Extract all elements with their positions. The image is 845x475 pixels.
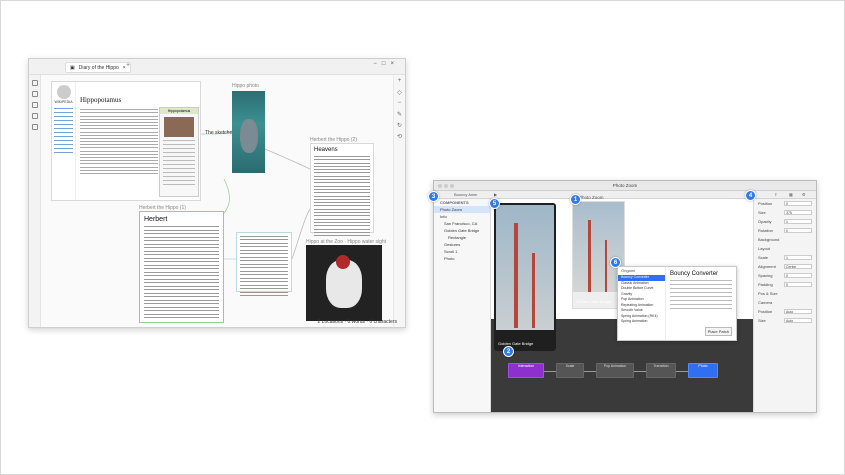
play-icon[interactable]: ▶ [494,192,497,197]
patch-node[interactable]: Interaction [508,363,544,378]
hippo-statue-photo[interactable] [306,245,382,321]
patch-wire [634,371,646,372]
inspector-field[interactable]: Auto [784,318,812,323]
patch-node[interactable]: Scale [556,363,584,378]
notes-app-window: ▣ Diary of the Hippo × + −□× + ◇ − ✎ ↻ ⟲… [28,58,406,328]
layer-item[interactable]: Scroll 1 [434,248,490,255]
callout-badge: 5 [489,198,500,209]
inspector-row: Alignment Center [754,262,816,271]
inspector-row: Padding 0 [754,280,816,289]
wiki-article-title: Hippopotamus [80,96,122,104]
wiki-sidebar: WIKIPEDIA [52,82,76,200]
preview-caption: Golden Gate Bridge [498,341,534,346]
inspector-row: Position 0 [754,199,816,208]
patch-wire [584,371,596,372]
design-tool-window: Photo Zoom Bouncy Anim ▶ ⇪ ▦ ⚙ COMPONENT… [433,180,817,413]
inspector-field[interactable]: 1 [784,219,812,224]
inspector-row: Position Auto [754,307,816,316]
hippo-photo[interactable] [232,91,265,173]
layer-item[interactable]: Photo [434,255,490,262]
bridge-tower [532,253,535,328]
inspector-row: Rotation 0 [754,226,816,235]
callout-badge: 4 [745,190,756,201]
infobox-title: Hippopotamus [160,108,198,114]
layers-header: COMPONENTS [440,200,469,205]
inspector-field[interactable]: 0 [784,273,812,278]
herbert-title: Herbert [144,216,168,223]
inspector-row: Size 375 [754,208,816,217]
patch-node[interactable]: Photo [688,363,718,378]
bridge-tower [514,223,518,328]
inspector-panel: Position 0 Size 375 Opacity 1 Rotation 0 Bac… [753,199,816,412]
statue-accent [336,255,350,269]
search-field[interactable]: Bouncy Anim [454,192,477,197]
share-icon[interactable]: ⇪ [774,192,777,197]
patch-node[interactable]: Transition [646,363,676,378]
grid-icon[interactable]: ▦ [789,192,793,197]
hippo-figure [240,119,258,153]
status-bar: 2 Locations · 0 words · 0 characters [317,319,397,325]
layer-item[interactable]: San Francisco, CA [434,220,490,227]
bridge-tower [588,220,591,292]
wikipedia-logo [56,85,71,99]
patch-node[interactable]: Pop Animation [596,363,634,378]
patch-detail-title: Bouncy Converter [670,271,719,277]
layers-panel: COMPONENTS Photo Zoom Info San Francisco… [434,199,491,412]
canvas-title: Photo Zoom [579,195,604,200]
callout-badge: 2 [503,346,514,357]
place-patch-button[interactable]: Place Patch [704,327,732,336]
inspector-row: Spacing 0 [754,271,816,280]
patch-details: Bouncy Converter [670,271,732,312]
layer-item[interactable]: Rectangle [434,234,490,241]
inspector-field[interactable]: 0 [784,282,812,287]
inspector-row: Opacity 1 [754,217,816,226]
infobox-image [164,117,194,137]
inspector-row: Camera [758,300,773,305]
wiki-infobox: Hippopotamus [159,107,199,197]
layer-item[interactable]: Photo Zoom [434,206,490,213]
inspector-row: Background [758,237,780,242]
inspector-row: Scale 1 [754,253,816,262]
layer-item[interactable]: Info [434,213,490,220]
wikipedia-logo-text: WIKIPEDIA [54,100,73,104]
inspector-row: Size Auto [754,316,816,325]
callout-badge: 3 [428,191,439,202]
window-title: Photo Zoom [612,183,638,188]
patch-wire [676,371,688,372]
patch-list-item[interactable]: Spring Animation [618,319,665,325]
frame-caption: Golden Gate Bridge [576,299,612,304]
inspector-field[interactable]: Auto [784,309,812,314]
insert-patch-popup: Origami Bouncy Converter Classic Animati… [617,266,737,341]
inspector-field[interactable]: 0 [784,201,812,206]
bridge-photo [496,205,554,330]
layer-item[interactable]: Golden Gate Bridge [434,227,490,234]
settings-icon[interactable]: ⚙ [802,192,806,197]
inspector-row: Layout [758,246,771,251]
title-bar: Photo Zoom [434,181,816,191]
callout-badge: 6 [610,257,621,268]
herbert-note[interactable]: Herbert [139,211,224,323]
device-preview[interactable]: Golden Gate Bridge [494,203,556,351]
heavens-note[interactable]: Heavens [310,143,374,237]
patch-wire [544,371,556,372]
connection-label: The sketches [205,130,235,136]
patch-list-header: Origami [621,268,636,273]
patch-list: Origami Bouncy Converter Classic Animati… [618,267,666,340]
inspector-field[interactable]: Center [784,264,812,269]
wiki-article-text [80,107,158,176]
inspector-field[interactable]: 0 [784,228,812,233]
inspector-field[interactable]: 1 [784,255,812,260]
heavens-title: Heavens [314,147,338,153]
callout-badge: 1 [570,194,581,205]
hippo-photo-caption: Hippo photo [232,83,259,89]
bridge-tower [605,240,607,292]
wikipedia-card[interactable]: WIKIPEDIA Hippopotamus Hippopotamus [51,81,201,201]
linked-note[interactable] [236,232,292,296]
inspector-field[interactable]: 375 [784,210,812,215]
inspector-row: Pos & Size [758,291,778,296]
layer-item[interactable]: Gestures [434,241,490,248]
